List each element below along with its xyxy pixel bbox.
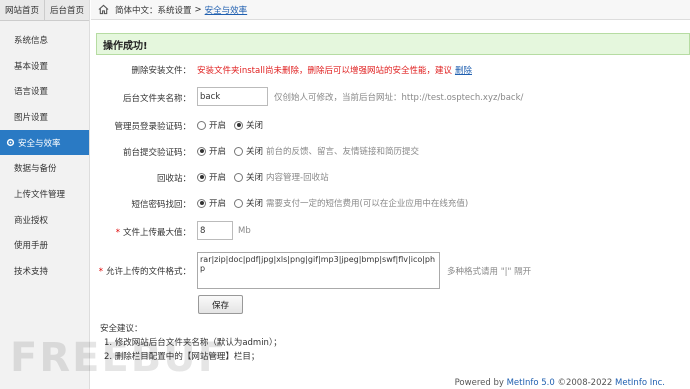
recycle-field: 开启 关闭 内容管理-回收站 xyxy=(197,171,329,183)
breadcrumb: 简体中文：系统设置 > 安全与效率 xyxy=(91,0,690,20)
recycle-hint: 内容管理-回收站 xyxy=(266,173,329,183)
admin-captcha-field: 开启 关闭 xyxy=(197,119,271,131)
required-marker: * xyxy=(98,267,103,277)
sidebar-item-security-efficiency[interactable]: 安全与效率 xyxy=(0,129,89,156)
sidebar-item-data-backup[interactable]: 数据与备份 xyxy=(0,155,89,181)
sidebar-item-image-settings[interactable]: 图片设置 xyxy=(0,104,89,130)
recycle-off-radio[interactable]: 关闭 xyxy=(234,171,263,183)
sidebar-item-manual[interactable]: 使用手册 xyxy=(0,233,89,259)
radio-label: 关闭 xyxy=(246,199,264,209)
front-captcha-label: 前台提交验证码： xyxy=(122,148,191,158)
tab-site-home[interactable]: 网站首页 xyxy=(0,0,44,20)
sidebar-item-basic-settings[interactable]: 基本设置 xyxy=(0,53,89,79)
sidebar-item-label: 系统信息 xyxy=(14,35,49,46)
sms-recover-label: 短信密码找回： xyxy=(131,200,191,210)
sidebar-item-label: 语言设置 xyxy=(14,87,49,98)
breadcrumb-current-link[interactable]: 安全与效率 xyxy=(205,4,248,16)
footer-brand-link[interactable]: MetInfo 5.0 xyxy=(507,378,555,388)
admin-folder-field: 仅创始人可修改，当前后台网址：http://test.osptech.xyz/b… xyxy=(197,87,523,106)
success-banner: 操作成功! xyxy=(96,33,690,55)
radio-dot xyxy=(234,172,244,182)
tab-admin-home[interactable]: 后台首页 xyxy=(44,0,89,20)
admin-folder-label: 后台文件夹名称： xyxy=(122,94,191,104)
sms-recover-on-radio[interactable]: 开启 xyxy=(197,197,226,209)
recycle-on-radio[interactable]: 开启 xyxy=(197,171,226,183)
sidebar-item-tech-support[interactable]: 技术支持 xyxy=(0,258,89,284)
sms-recover-field: 开启 关闭 需要支付一定的短信费用(可以在企业应用中在线充值) xyxy=(197,197,468,209)
radio-label: 关闭 xyxy=(246,147,264,157)
save-button[interactable]: 保存 xyxy=(198,295,243,314)
admin-captcha-on-radio[interactable]: 开启 xyxy=(197,119,226,131)
allowed-types-label-text: 允许上传的文件格式： xyxy=(105,267,191,277)
admin-folder-hint: 仅创始人可修改，当前后台网址：http://test.osptech.xyz/b… xyxy=(274,92,524,103)
allowed-types-hint: 多种格式请用 "|" 隔开 xyxy=(447,267,532,277)
sidebar-item-label: 图片设置 xyxy=(14,112,49,123)
sidebar-item-label: 数据与备份 xyxy=(14,164,57,175)
home-icon xyxy=(98,4,109,15)
sidebar-item-label: 商业授权 xyxy=(14,215,49,226)
advice-item: 2. 删除栏目配置中的【网站管理】栏目； xyxy=(104,352,260,362)
radio-dot xyxy=(234,146,244,156)
sidebar-item-label: 安全与效率 xyxy=(18,138,61,149)
max-upload-label-text: 文件上传最大值： xyxy=(122,228,191,238)
sidebar-item-label: 技术支持 xyxy=(14,267,49,278)
sidebar-item-label: 使用手册 xyxy=(14,241,49,252)
recycle-label: 回收站： xyxy=(156,174,191,184)
sidebar-item-label: 上传文件管理 xyxy=(14,189,66,200)
radio-dot xyxy=(234,120,244,130)
sidebar-menu: 系统信息 基本设置 语言设置 图片设置 安全与效率 数据与备份 上传文件管理 商… xyxy=(0,27,89,284)
sidebar-item-label: 基本设置 xyxy=(14,61,49,72)
admin-folder-input[interactable] xyxy=(197,87,268,106)
required-marker: * xyxy=(115,228,120,238)
security-advice: 安全建议： 1. 修改网站后台文件夹名称（默认为admin）； 2. 删除栏目配… xyxy=(100,322,282,364)
max-upload-input[interactable] xyxy=(197,221,233,240)
delete-install-field: 安装文件夹install尚未删除，删除后可以增强网站的安全性能，建议 删除 xyxy=(197,64,472,76)
radio-dot xyxy=(197,172,206,182)
delete-install-label: 删除安装文件： xyxy=(131,66,191,76)
radio-label: 开启 xyxy=(209,121,227,131)
front-captcha-off-radio[interactable]: 关闭 xyxy=(234,145,263,157)
sidebar-tabs: 网站首页 后台首页 xyxy=(0,0,89,21)
install-warning-text: 安装文件夹install尚未删除，删除后可以增强网站的安全性能，建议 xyxy=(197,66,452,76)
allowed-types-textarea[interactable]: rar|zip|doc|pdf|jpg|xls|png|gif|mp3|jpeg… xyxy=(197,252,440,289)
footer-powered-by: Powered by xyxy=(454,378,504,388)
sidebar-item-system-info[interactable]: 系统信息 xyxy=(0,27,89,53)
radio-dot xyxy=(197,198,206,208)
radio-label: 开启 xyxy=(209,147,227,157)
radio-label: 关闭 xyxy=(246,121,264,131)
radio-dot xyxy=(234,198,244,208)
max-upload-unit: Mb xyxy=(238,225,251,236)
radio-label: 开启 xyxy=(209,173,227,183)
sidebar: 网站首页 后台首页 系统信息 基本设置 语言设置 图片设置 安全与效率 数据与备… xyxy=(0,0,90,389)
admin-captcha-label: 管理员登录验证码： xyxy=(114,122,191,132)
footer: Powered by MetInfo 5.0 ©2008-2022 MetInf… xyxy=(455,378,665,388)
max-upload-label: * 文件上传最大值： xyxy=(96,226,191,238)
radio-dot xyxy=(197,120,206,130)
gear-icon xyxy=(6,138,15,147)
radio-label: 关闭 xyxy=(246,173,264,183)
max-upload-field: Mb xyxy=(197,221,251,240)
radio-label: 开启 xyxy=(209,199,227,209)
advice-item: 1. 修改网站后台文件夹名称（默认为admin）； xyxy=(104,338,282,348)
sidebar-item-language-settings[interactable]: 语言设置 xyxy=(0,78,89,104)
advice-title: 安全建议： xyxy=(100,324,143,334)
front-captcha-hint: 前台的反馈、留言、友情链接和简历提交 xyxy=(266,147,420,157)
sidebar-item-upload-files[interactable]: 上传文件管理 xyxy=(0,181,89,207)
radio-dot xyxy=(197,146,206,156)
footer-copyright: ©2008-2022 xyxy=(557,378,613,388)
footer-company-link[interactable]: MetInfo Inc. xyxy=(615,378,665,388)
front-captcha-on-radio[interactable]: 开启 xyxy=(197,145,226,157)
sms-recover-off-radio[interactable]: 关闭 xyxy=(234,197,263,209)
sidebar-item-business-license[interactable]: 商业授权 xyxy=(0,207,89,233)
allowed-types-label: * 允许上传的文件格式： xyxy=(96,265,191,277)
admin-captcha-off-radio[interactable]: 关闭 xyxy=(234,119,263,131)
breadcrumb-separator: > xyxy=(194,4,202,15)
sms-recover-hint: 需要支付一定的短信费用(可以在企业应用中在线充值) xyxy=(266,199,469,209)
breadcrumb-prefix: 简体中文：系统设置 xyxy=(115,5,192,16)
delete-install-link[interactable]: 删除 xyxy=(455,64,472,76)
front-captcha-field: 开启 关闭 前台的反馈、留言、友情链接和简历提交 xyxy=(197,145,419,157)
